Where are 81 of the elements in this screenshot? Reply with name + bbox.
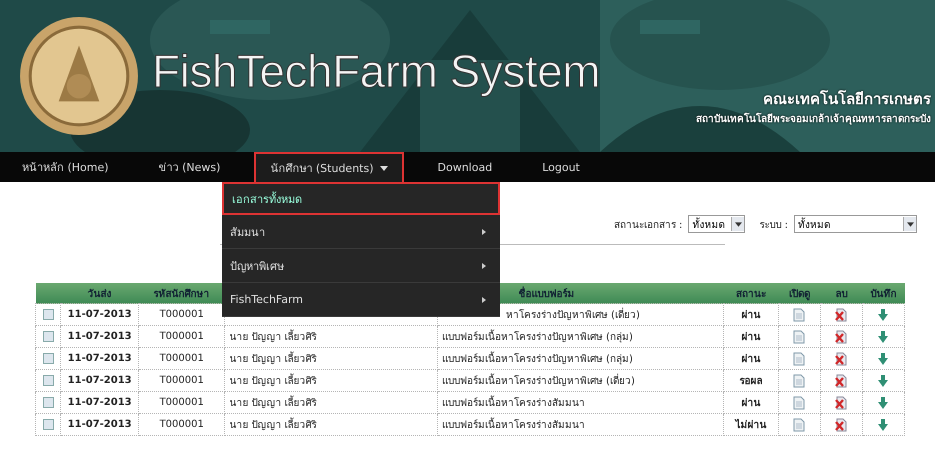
- row-checkbox[interactable]: [42, 396, 54, 408]
- table-cell: ไม่ผ่าน: [724, 414, 778, 436]
- delete-icon[interactable]: [835, 330, 848, 344]
- delete-icon[interactable]: [835, 308, 848, 322]
- submenu-arrow-icon: [482, 296, 486, 302]
- download-arrow-icon[interactable]: [877, 352, 890, 366]
- table-cell: 11-07-2013: [60, 348, 139, 370]
- document-icon[interactable]: [793, 374, 806, 388]
- menu-item[interactable]: สัมมนา: [222, 215, 500, 249]
- column-header: ลบ: [820, 283, 862, 304]
- table-cell: ผ่าน: [724, 348, 778, 370]
- table-cell: แบบฟอร์มเนื้อหาโครงร่างปัญหาพิเศษ (กลุ่ม): [437, 326, 724, 348]
- table-cell: หาโครงร่างปัญหาพิเศษ (เดี่ยว): [506, 310, 640, 321]
- table-cell: 11-07-2013: [60, 392, 139, 414]
- menu-item[interactable]: เอกสารทั้งหมด: [222, 182, 500, 215]
- table-cell: ผ่าน: [724, 392, 778, 414]
- table-cell: รอผล: [724, 370, 778, 392]
- document-icon[interactable]: [793, 308, 806, 322]
- delete-icon[interactable]: [835, 374, 848, 388]
- caret-icon: [906, 222, 914, 226]
- row-checkbox[interactable]: [42, 374, 54, 386]
- table-cell: 11-07-2013: [60, 326, 139, 348]
- table-cell: แบบฟอร์มเนื้อหาโครงร่างสัมมนา: [437, 392, 724, 414]
- row-checkbox[interactable]: [42, 308, 54, 320]
- nav-link[interactable]: หน้าหลัก (Home): [6, 152, 125, 182]
- table-cell: แบบฟอร์มเนื้อหาโครงร่างปัญหาพิเศษ (เดี่ยว): [437, 370, 724, 392]
- column-header: ชื่อแบบฟอร์ม: [518, 288, 574, 300]
- menu-item[interactable]: ปัญหาพิเศษ: [222, 249, 500, 283]
- table-cell: แบบฟอร์มเนื้อหาโครงร่างสัมมนา: [437, 414, 724, 436]
- download-arrow-icon[interactable]: [877, 418, 890, 432]
- table-cell: T000001: [138, 414, 225, 436]
- download-arrow-icon[interactable]: [877, 396, 890, 410]
- table-cell: T000001: [138, 348, 225, 370]
- column-header: สถานะ: [724, 283, 778, 304]
- nav-link[interactable]: Logout: [526, 152, 596, 182]
- table-cell: นาย ปัญญา เลี้ยวศิริ: [224, 326, 438, 348]
- document-icon[interactable]: [793, 396, 806, 410]
- download-arrow-icon[interactable]: [877, 374, 890, 388]
- document-icon[interactable]: [793, 418, 806, 432]
- table-cell: แบบฟอร์มเนื้อหาโครงร่างปัญหาพิเศษ (กลุ่ม): [437, 348, 724, 370]
- table-cell: นาย ปัญญา เลี้ยวศิริ: [224, 348, 438, 370]
- filter-label: สถานะเอกสาร :: [614, 218, 682, 232]
- filter-select[interactable]: ทั้งหมด: [688, 215, 746, 233]
- table-cell: ผ่าน: [724, 304, 778, 326]
- table-cell: 11-07-2013: [60, 370, 139, 392]
- column-header: วันส่ง: [60, 283, 139, 304]
- document-icon[interactable]: [793, 330, 806, 344]
- column-header: บันทึก: [862, 283, 904, 304]
- download-arrow-icon[interactable]: [877, 330, 890, 344]
- row-checkbox[interactable]: [42, 352, 54, 364]
- column-header: รหัสนักศึกษา: [138, 283, 225, 304]
- delete-icon[interactable]: [835, 418, 848, 432]
- caret-icon: [734, 222, 742, 226]
- filter-label: ระบบ :: [759, 218, 788, 232]
- delete-icon[interactable]: [835, 396, 848, 410]
- table-cell: T000001: [138, 370, 225, 392]
- nav-link[interactable]: Download: [422, 152, 508, 182]
- institute-name: สถาบันเทคโนโลยีพระจอมเกล้าเจ้าคุณทหารลาดกระบัง: [696, 112, 931, 126]
- table-cell: 11-07-2013: [60, 304, 139, 326]
- row-checkbox[interactable]: [42, 418, 54, 430]
- filter-select[interactable]: ทั้งหมด: [794, 215, 917, 233]
- table-cell: 11-07-2013: [60, 414, 139, 436]
- table-cell: T000001: [138, 304, 225, 326]
- document-icon[interactable]: [793, 352, 806, 366]
- table-cell: T000001: [138, 326, 225, 348]
- table-cell: นาย ปัญญา เลี้ยวศิริ: [224, 392, 438, 414]
- download-arrow-icon[interactable]: [877, 308, 890, 322]
- submenu-arrow-icon: [482, 228, 486, 234]
- column-header: เปิดดู: [778, 283, 820, 304]
- table-cell: T000001: [138, 392, 225, 414]
- seal-emblem-icon: [18, 15, 140, 137]
- faculty-name: คณะเทคโนโลยีการเกษตร: [762, 88, 931, 110]
- delete-icon[interactable]: [835, 352, 848, 366]
- row-checkbox[interactable]: [42, 330, 54, 342]
- table-cell: นาย ปัญญา เลี้ยวศิริ: [224, 370, 438, 392]
- system-title: FishTechFarm System: [152, 44, 600, 98]
- table-cell: ผ่าน: [724, 326, 778, 348]
- table-cell: นาย ปัญญา เลี้ยวศิริ: [224, 414, 438, 436]
- nav-link[interactable]: ข่าว (News): [142, 152, 236, 182]
- submenu-arrow-icon: [482, 262, 486, 268]
- nav-link[interactable]: นักศึกษา (Students): [254, 152, 404, 182]
